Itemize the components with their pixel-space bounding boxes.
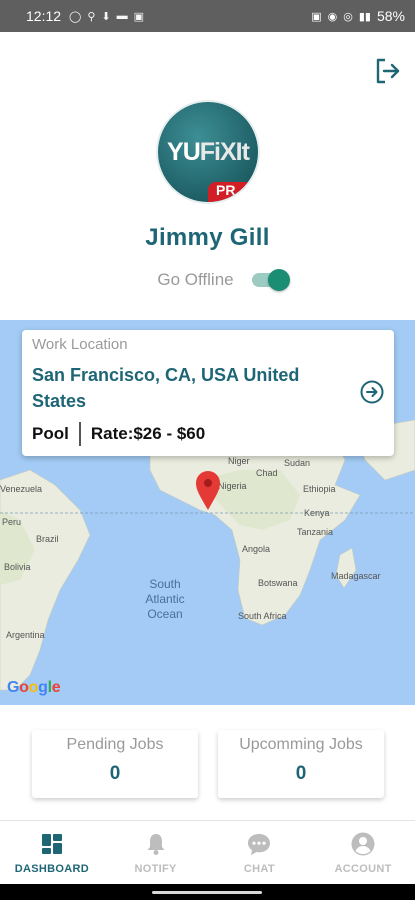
work-location-label: Work Location <box>32 336 128 353</box>
download-icon: ⬇ <box>101 10 111 23</box>
map-label: Bolivia <box>4 562 31 572</box>
nav-notify[interactable]: NOTIFY <box>104 821 208 884</box>
availability-label: Go Offline <box>157 270 234 289</box>
system-navigation-bar <box>0 884 415 900</box>
toggle-knob <box>267 269 290 291</box>
ocean-label: South <box>149 577 180 591</box>
nav-label: NOTIFY <box>134 863 177 875</box>
nav-label: ACCOUNT <box>334 863 392 875</box>
lock-icon: ▣ <box>311 10 322 23</box>
whatsapp-icon: ◯ <box>69 10 82 23</box>
hotspot-icon: ◎ <box>343 10 353 23</box>
nav-label: CHAT <box>243 863 275 875</box>
work-location-value: San Francisco, CA, USA United States <box>32 365 300 411</box>
map-label: South Africa <box>238 611 287 621</box>
ocean-label: Atlantic <box>145 592 184 606</box>
nav-label: DASHBOARD <box>14 863 89 875</box>
account-icon <box>351 832 375 856</box>
map-label: Nigeria <box>218 481 247 491</box>
availability-toggle[interactable] <box>251 269 290 291</box>
alarm-icon: ◉ <box>327 10 338 23</box>
bell-icon <box>147 834 165 855</box>
logout-icon[interactable] <box>373 56 403 86</box>
work-category: Pool <box>32 424 69 443</box>
map-label: Sudan <box>284 458 310 468</box>
notification-icons: ◯ ⚲ ⬇ ▬ ▣ <box>69 10 144 23</box>
map-label: Botswana <box>258 578 298 588</box>
avatar[interactable]: YUFiXIt PR <box>156 100 260 204</box>
dashboard-icon <box>41 834 62 854</box>
home-gesture-pill[interactable] <box>152 891 262 894</box>
upcoming-jobs-card[interactable]: Upcomming Jobs 0 <box>218 730 384 798</box>
system-icons: ▣ ◉ ◎ ▮▮ 58% <box>311 8 405 24</box>
avatar-badge: PR <box>208 182 258 202</box>
divider <box>78 422 81 446</box>
map-label: Madagascar <box>331 571 381 581</box>
pending-jobs-card[interactable]: Pending Jobs 0 <box>32 730 198 798</box>
signal-icon: ▮▮ <box>358 10 371 23</box>
work-location-card[interactable]: Work Location San Francisco, CA, USA Uni… <box>22 330 394 456</box>
google-logo: Google <box>7 679 61 696</box>
map-label: Ethiopia <box>303 484 336 494</box>
map-label: Niger <box>228 456 250 466</box>
usb-icon: ⚲ <box>87 10 96 23</box>
avatar-logo: YUFiXIt <box>167 138 250 166</box>
ocean-label: Ocean <box>147 607 182 621</box>
work-rate: Rate:$26 - $60 <box>90 424 206 443</box>
nav-dashboard[interactable]: DASHBOARD <box>0 821 104 884</box>
chat-icon <box>248 834 271 855</box>
arrow-right-circle-icon[interactable] <box>360 380 384 404</box>
bottom-navigation: DASHBOARD NOTIFY CHAT ACCOUNT <box>0 820 415 884</box>
work-details: Pool Rate:$26 - $60 <box>32 422 205 446</box>
map-label: Chad <box>256 468 278 478</box>
map-label: Venezuela <box>0 484 42 494</box>
availability-row: Go Offline <box>0 269 415 291</box>
map-label: Peru <box>2 517 21 527</box>
map-label: Angola <box>242 544 270 554</box>
image-icon: ▣ <box>133 10 145 23</box>
map-label: Kenya <box>304 508 330 518</box>
map-label: Brazil <box>36 534 59 544</box>
pending-jobs-count: 0 <box>109 763 121 784</box>
status-time: 12:12 <box>26 8 62 24</box>
folder-icon: ▬ <box>116 10 128 22</box>
status-bar: 12:12 ◯ ⚲ ⬇ ▬ ▣ ▣ ◉ ◎ ▮▮ 58% <box>0 0 415 32</box>
map-label: Tanzania <box>297 527 333 537</box>
nav-account[interactable]: ACCOUNT <box>311 821 415 884</box>
user-name: Jimmy Gill <box>145 224 270 251</box>
nav-chat[interactable]: CHAT <box>208 821 312 884</box>
upcoming-jobs-count: 0 <box>295 763 307 784</box>
upcoming-jobs-label: Upcomming Jobs <box>239 736 363 753</box>
battery-level: 58% <box>376 8 405 24</box>
map-label: Argentina <box>6 630 45 640</box>
pending-jobs-label: Pending Jobs <box>66 736 164 753</box>
